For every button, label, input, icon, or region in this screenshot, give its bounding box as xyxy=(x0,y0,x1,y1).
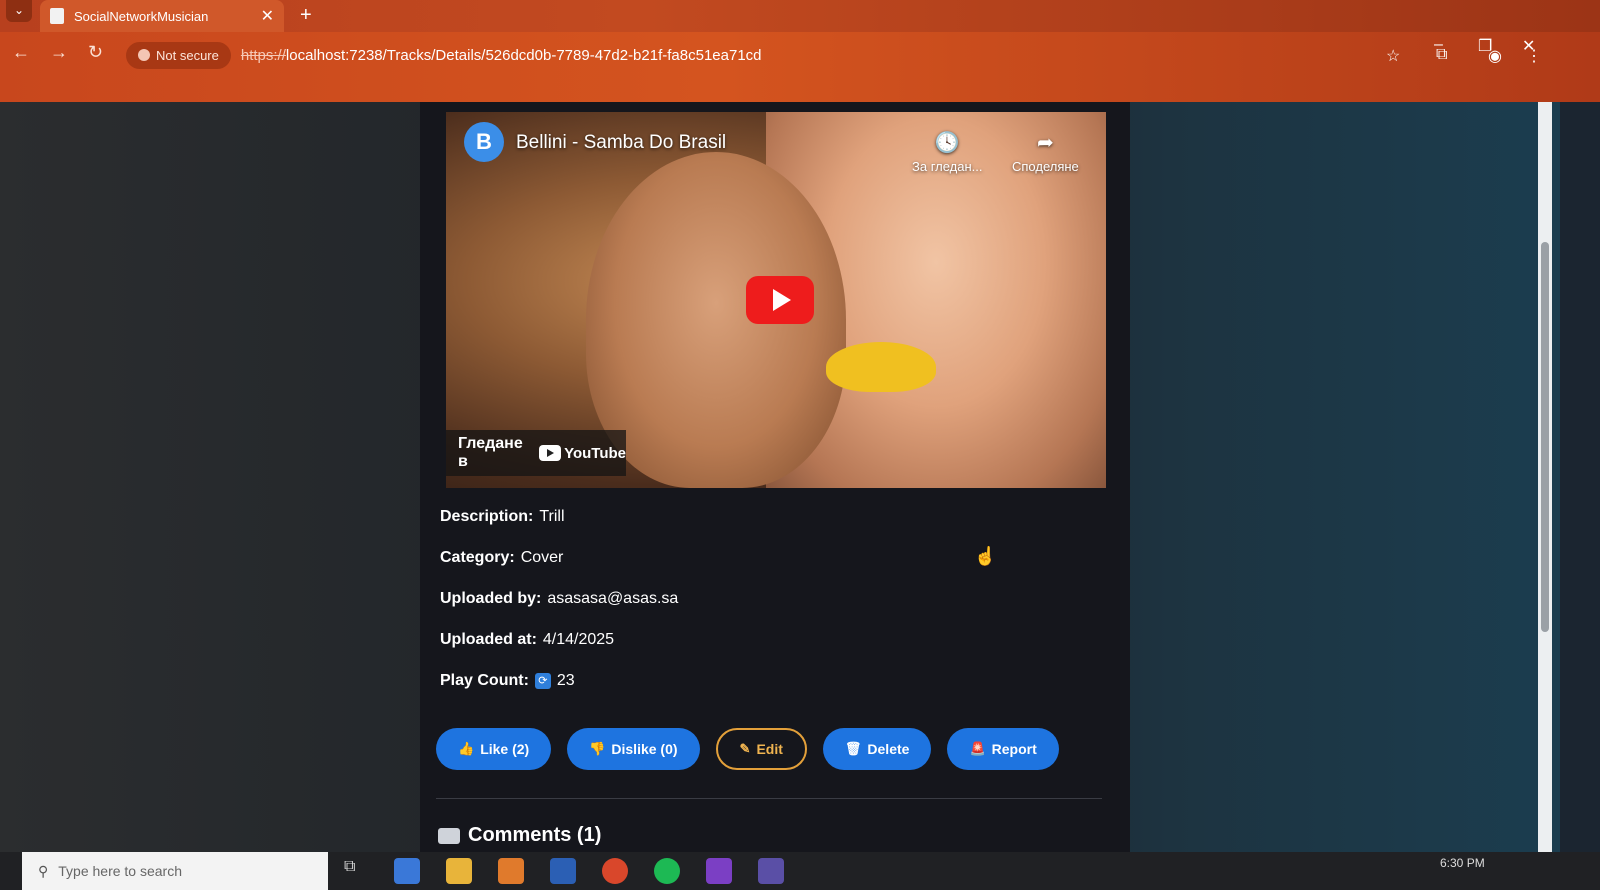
edit-label: Edit xyxy=(756,741,783,757)
channel-avatar[interactable]: B xyxy=(464,122,504,162)
watch-on-youtube-button[interactable]: Гледане в YouTube xyxy=(446,430,626,476)
video-thumbnail-fruit xyxy=(826,342,936,392)
uploaded-by-value: asasasa@asas.sa xyxy=(547,589,679,607)
section-divider xyxy=(436,798,1102,799)
category-row: Category: Cover xyxy=(440,537,678,578)
edit-button[interactable]: ✎ Edit xyxy=(715,728,807,770)
youtube-play-icon xyxy=(539,445,562,461)
watch-later-button[interactable]: 🕓 За гледан... xyxy=(912,130,983,174)
uploaded-at-label: Uploaded at: xyxy=(440,630,537,648)
report-button[interactable]: 🚨 Report xyxy=(947,728,1059,770)
thumbs-up-icon: 👍 xyxy=(458,741,475,756)
pencil-icon: ✎ xyxy=(739,741,751,756)
reload-icon[interactable]: ↻ xyxy=(88,42,103,63)
watch-later-label: За гледан... xyxy=(912,159,983,174)
new-tab-icon[interactable]: + xyxy=(300,4,312,27)
copilot-icon[interactable] xyxy=(394,858,420,884)
share-label: Споделяне xyxy=(1012,159,1079,174)
play-count-value: 23 xyxy=(556,671,575,689)
uploaded-at-row: Uploaded at: 4/14/2025 xyxy=(440,619,678,660)
play-count-label: Play Count: xyxy=(440,671,529,689)
tab-title: SocialNetworkMusician xyxy=(74,8,209,24)
repeat-icon: ⟳ xyxy=(534,672,551,689)
bookmark-star-icon[interactable]: ☆ xyxy=(1386,46,1400,66)
file-explorer-icon[interactable] xyxy=(446,858,472,884)
close-tab-icon[interactable]: ✕ xyxy=(261,6,274,26)
share-icon: ➦ xyxy=(1037,132,1054,154)
category-value: Cover xyxy=(520,548,564,566)
page-scrollbar[interactable] xyxy=(1538,102,1552,852)
security-label: Not secure xyxy=(156,47,219,63)
security-chip[interactable]: Not secure xyxy=(126,41,231,69)
browser-tab[interactable]: SocialNetworkMusician ✕ xyxy=(40,0,284,32)
search-icon: ⚲ xyxy=(38,862,49,879)
play-icon xyxy=(773,289,791,311)
url-path: localhost:7238/Tracks/Details/526dcd0b-7… xyxy=(285,46,762,64)
category-label: Category: xyxy=(440,548,515,566)
url-text[interactable]: https://localhost:7238/Tracks/Details/52… xyxy=(241,47,762,64)
youtube-logo: YouTube xyxy=(539,445,626,462)
youtube-wordmark: YouTube xyxy=(564,444,626,462)
comments-title: Comments (1) xyxy=(468,824,602,846)
restore-icon[interactable]: ❐ xyxy=(1478,36,1492,56)
dislike-button[interactable]: 👎 Dislike (0) xyxy=(567,728,700,770)
uploaded-by-row: Uploaded by: asasasa@asas.sa xyxy=(440,578,678,619)
forward-icon[interactable]: → xyxy=(50,42,68,63)
delete-button[interactable]: 🗑 Delete xyxy=(822,728,932,770)
browser-toolbar: ← → ↻ Not secure https://localhost:7238/… xyxy=(0,32,1600,102)
play-count-row: Play Count: ⟳ 23 xyxy=(440,660,678,701)
thumbs-down-icon: 👎 xyxy=(589,741,606,756)
video-title[interactable]: Bellini - Samba Do Brasil xyxy=(516,132,726,154)
description-value: Trill xyxy=(539,507,565,525)
taskbar-search-placeholder: Type here to search xyxy=(58,863,183,879)
tab-search-icon[interactable]: ⌄ xyxy=(6,0,32,22)
track-actions: 👍 Like (2) 👎 Dislike (0) ✎ Edit 🗑 Delete… xyxy=(436,728,1059,770)
visual-studio-icon[interactable] xyxy=(706,858,732,884)
dislike-label: Dislike (0) xyxy=(611,741,678,757)
uploaded-at-value: 4/14/2025 xyxy=(542,630,615,648)
back-icon[interactable]: ← xyxy=(12,42,30,63)
delete-label: Delete xyxy=(867,741,910,757)
task-view-icon[interactable]: ⧉ xyxy=(344,858,370,884)
siren-icon: 🚨 xyxy=(969,741,986,756)
taskbar-clock: 6:30 PM xyxy=(1440,856,1485,870)
os-taskbar: ⚲ Type here to search ⧉ 6:30 PM xyxy=(0,852,1600,890)
youtube-embed[interactable]: B Bellini - Samba Do Brasil 🕓 За гледан.… xyxy=(446,112,1106,488)
description-row: Description: Trill xyxy=(440,496,678,537)
play-button[interactable] xyxy=(746,276,814,324)
tab-strip: ⌄ SocialNetworkMusician ✕ + xyxy=(0,0,1600,32)
comments-heading: Comments (1) xyxy=(438,824,601,847)
address-bar[interactable]: Not secure https://localhost:7238/Tracks… xyxy=(126,40,1386,70)
share-button[interactable]: ➦ Споделяне xyxy=(1012,130,1079,174)
spotify-icon[interactable] xyxy=(654,858,680,884)
comment-icon xyxy=(438,827,460,844)
clock-icon: 🕓 xyxy=(934,132,960,154)
mouse-cursor-icon: ☝ xyxy=(974,546,997,566)
like-label: Like (2) xyxy=(480,741,530,757)
track-details: Description: Trill Category: Cover Uploa… xyxy=(440,496,678,701)
trash-icon: 🗑 xyxy=(844,741,862,756)
uploaded-by-label: Uploaded by: xyxy=(440,589,542,607)
warning-icon xyxy=(138,49,150,61)
like-button[interactable]: 👍 Like (2) xyxy=(436,728,552,770)
url-scheme: https:// xyxy=(240,46,286,64)
page-favicon-icon xyxy=(50,8,64,24)
taskbar-search[interactable]: ⚲ Type here to search xyxy=(22,852,328,890)
description-label: Description: xyxy=(440,507,534,525)
report-label: Report xyxy=(991,741,1037,757)
terminal-icon[interactable] xyxy=(758,858,784,884)
scrollbar-thumb[interactable] xyxy=(1541,242,1549,632)
watch-on-label: Гледане в xyxy=(458,435,523,470)
word-icon[interactable] xyxy=(550,858,576,884)
vlc-icon[interactable] xyxy=(498,858,524,884)
close-window-icon[interactable]: ✕ xyxy=(1522,36,1535,56)
minimize-icon[interactable]: – xyxy=(1434,36,1443,54)
chrome-icon[interactable] xyxy=(602,858,628,884)
